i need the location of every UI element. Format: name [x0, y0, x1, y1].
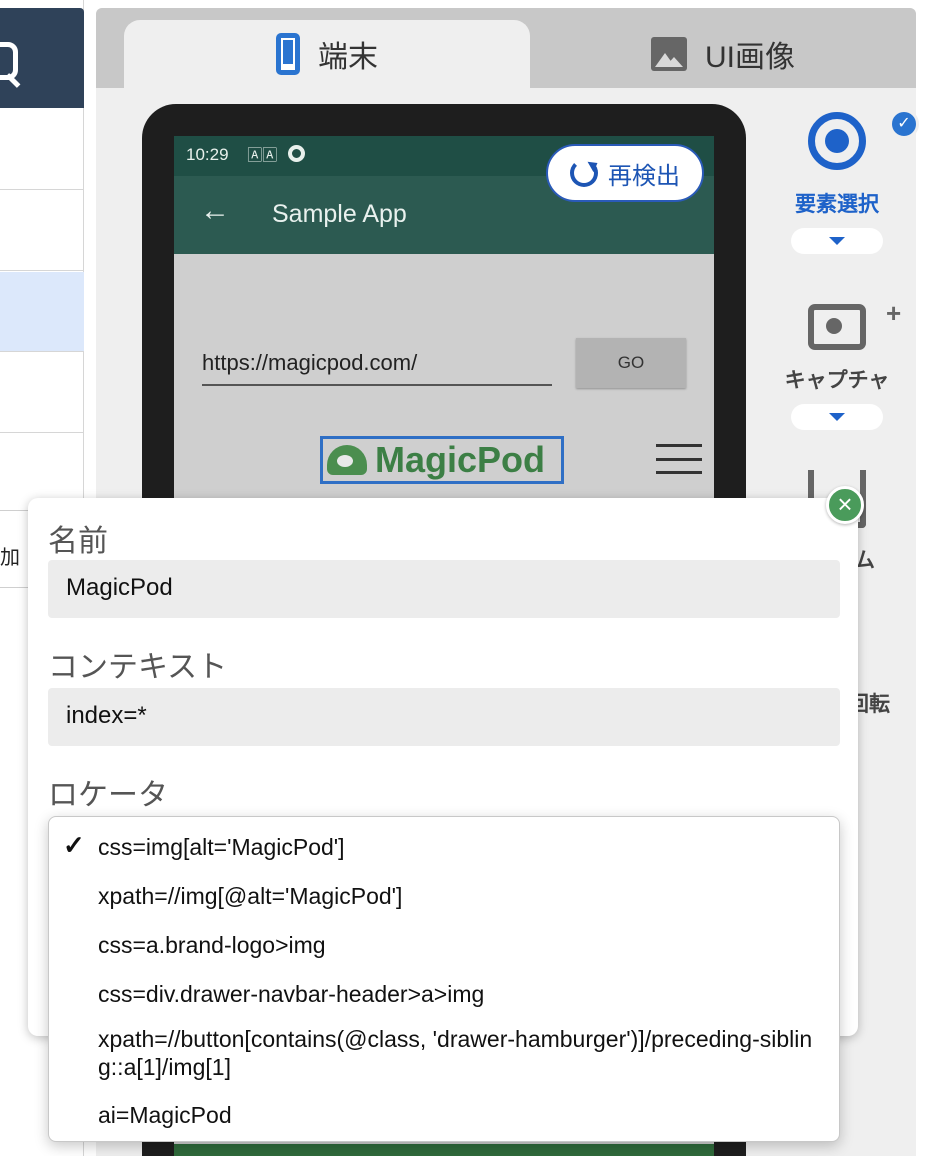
camera-icon: +: [808, 298, 901, 350]
locator-label: ロケータ: [48, 779, 168, 812]
element-select-dropdown[interactable]: [791, 228, 883, 254]
tab-device-label: 端末: [318, 41, 378, 74]
locator-option[interactable]: css=div.drawer-navbar-header>a>img: [49, 970, 839, 1019]
capture-label: キャプチャ: [784, 369, 890, 392]
tab-ui-image-label: UI画像: [705, 41, 795, 74]
capture-tool[interactable]: + キャプチャ: [782, 298, 901, 430]
tab-ui-image[interactable]: UI画像: [530, 20, 916, 88]
locator-option[interactable]: ✓ css=img[alt='MagicPod']: [49, 823, 839, 872]
back-arrow-icon[interactable]: ←: [200, 194, 230, 228]
context-label: コンテキスト: [48, 651, 228, 684]
phone-icon: [276, 33, 300, 75]
settings-icon: [288, 145, 306, 162]
list-item[interactable]: [0, 110, 84, 190]
sim-icon: 🄰🄰: [247, 147, 278, 164]
close-button[interactable]: ×: [826, 486, 864, 524]
locator-option[interactable]: css=a.brand-logo>img: [49, 921, 839, 970]
app-title: Sample App: [272, 200, 407, 228]
locator-option-text: css=a.brand-logo>img: [98, 932, 326, 958]
locator-option[interactable]: ai=MagicPod: [49, 1091, 839, 1140]
selected-element-highlight[interactable]: MagicPod: [320, 436, 564, 484]
hamburger-menu-icon[interactable]: [656, 444, 702, 474]
name-label: 名前: [48, 525, 108, 558]
element-select-tool[interactable]: ✓ 要素選択: [782, 109, 919, 254]
locator-option-text: ai=MagicPod: [98, 1102, 232, 1128]
list-item[interactable]: [0, 191, 84, 271]
checkmark-icon: ✓: [63, 830, 85, 860]
list-item-selected[interactable]: [0, 272, 84, 352]
bottom-bar: [174, 1144, 714, 1156]
status-time: 10:29: [186, 145, 229, 164]
capture-dropdown[interactable]: [791, 404, 883, 430]
target-icon: ✓: [808, 109, 919, 170]
logo-text: MagicPod: [375, 439, 546, 480]
check-badge-icon: ✓: [889, 109, 919, 139]
url-input[interactable]: https://magicpod.com/: [202, 346, 552, 386]
locator-option-text: css=img[alt='MagicPod']: [98, 834, 345, 860]
locator-option-text: xpath=//img[@alt='MagicPod']: [98, 883, 403, 909]
locator-option-text: css=div.drawer-navbar-header>a>img: [98, 981, 485, 1007]
plus-icon: +: [886, 298, 902, 328]
image-icon: [651, 37, 687, 71]
element-select-label: 要素選択: [795, 193, 879, 216]
search-icon[interactable]: [0, 42, 18, 80]
redetect-label: 再検出: [608, 162, 680, 190]
context-field[interactable]: index=*: [48, 688, 840, 746]
locator-option[interactable]: xpath=//img[@alt='MagicPod']: [49, 872, 839, 921]
locator-dropdown-menu: ✓ css=img[alt='MagicPod'] xpath=//img[@a…: [48, 816, 840, 1142]
locator-option-text: xpath=//button[contains(@class, 'drawer-…: [98, 1026, 813, 1080]
magicpod-logo-icon: [327, 445, 367, 475]
refresh-icon: [570, 159, 598, 187]
redetect-button[interactable]: 再検出: [546, 144, 704, 202]
tab-bar: 端末 UI画像: [96, 8, 916, 88]
list-item[interactable]: [0, 353, 84, 433]
locator-option[interactable]: xpath=//button[contains(@class, 'drawer-…: [49, 1019, 839, 1091]
tab-device[interactable]: 端末: [124, 20, 530, 88]
go-button[interactable]: GO: [576, 338, 686, 388]
name-field[interactable]: MagicPod: [48, 560, 840, 618]
left-panel-header: [0, 8, 84, 108]
